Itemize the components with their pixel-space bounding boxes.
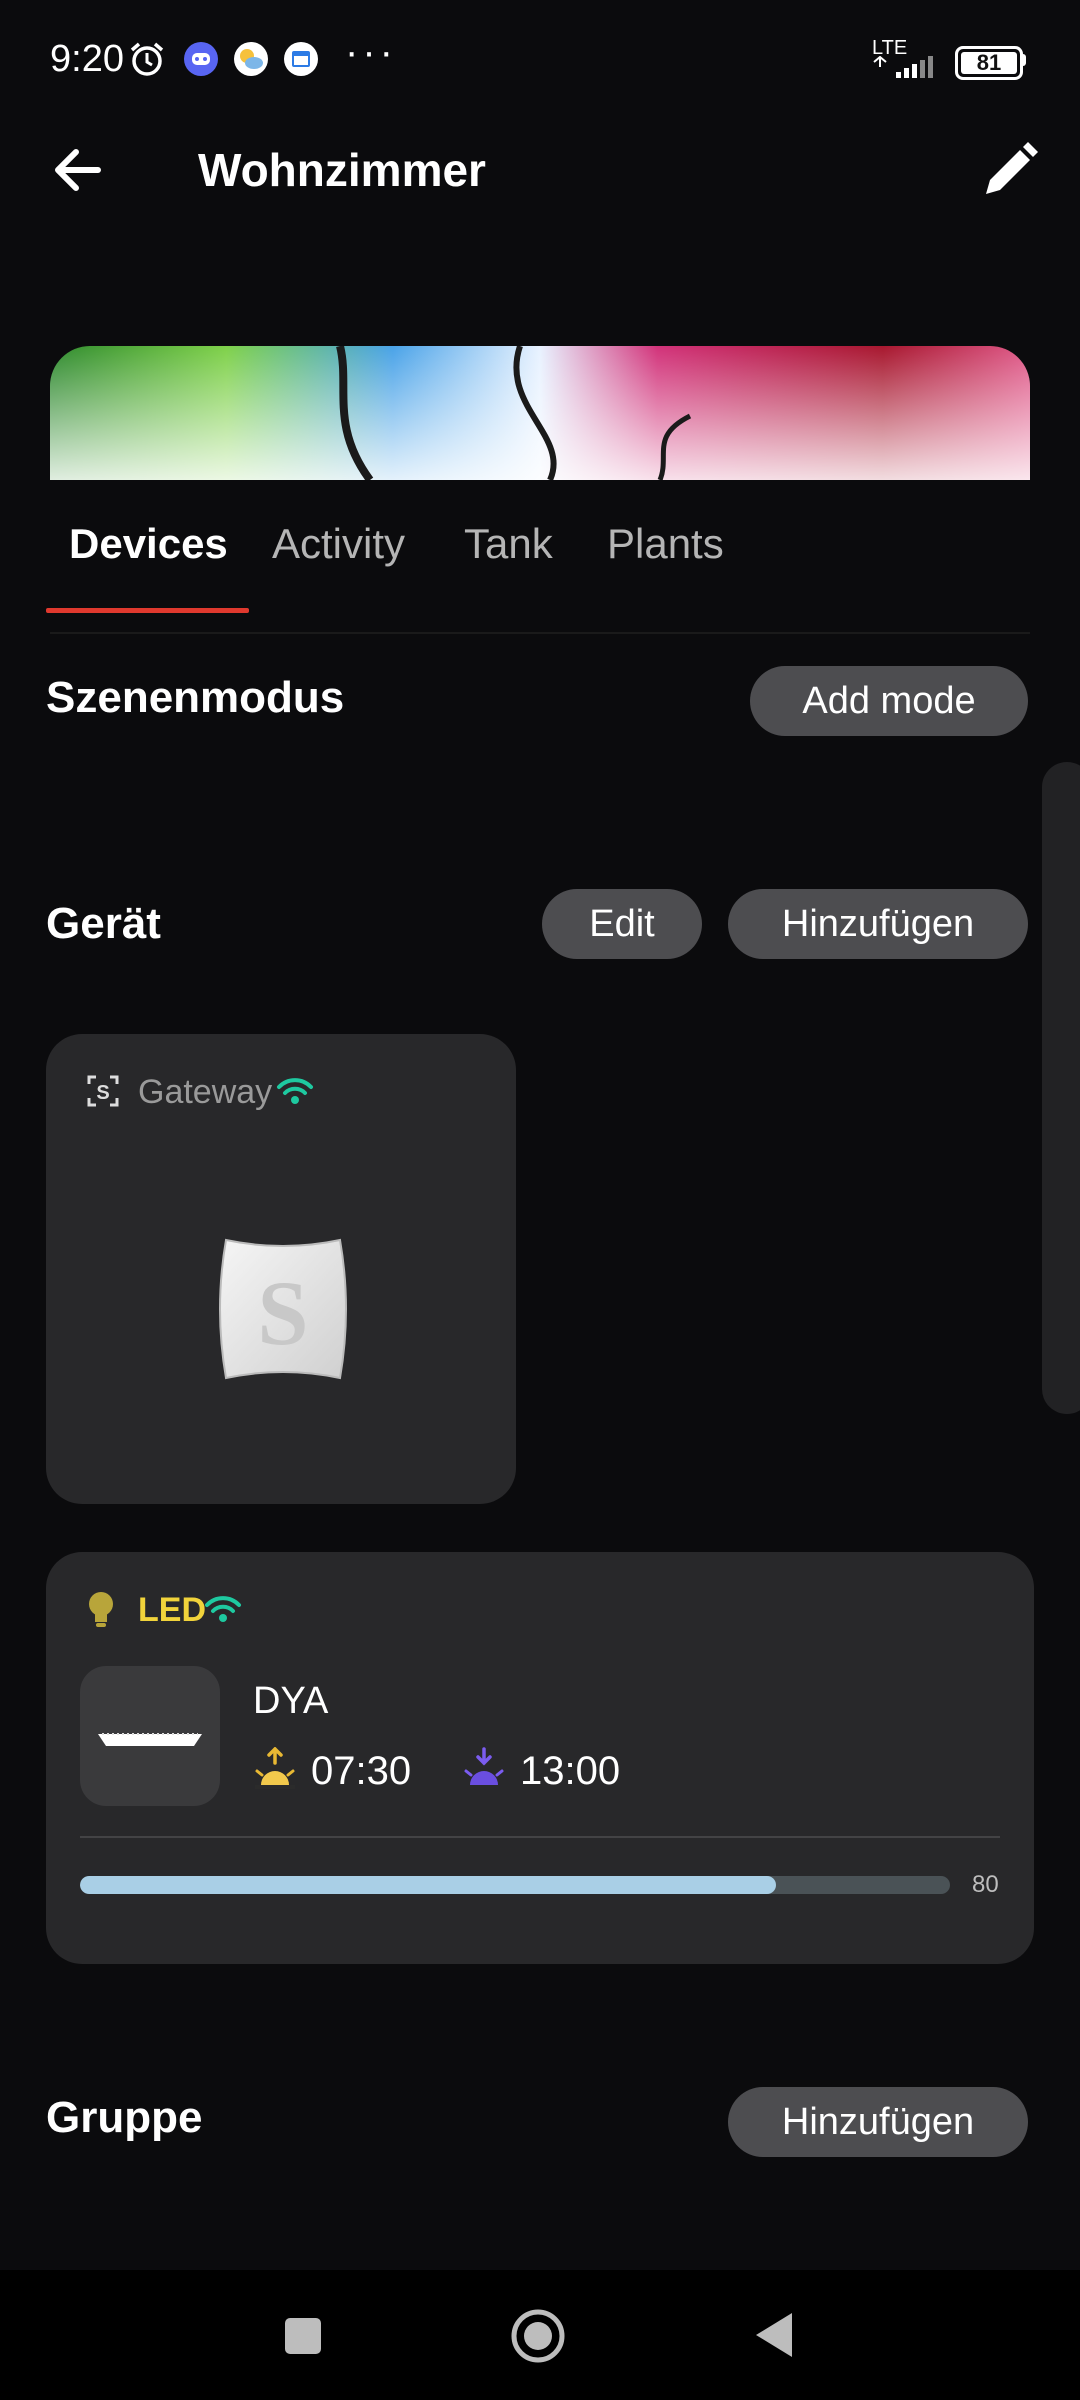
tab-divider bbox=[50, 632, 1030, 634]
brightness-progress-bar[interactable] bbox=[80, 1876, 950, 1894]
alarm-icon bbox=[130, 42, 164, 76]
scene-mode-heading: Szenenmodus bbox=[46, 673, 345, 722]
more-notifications: ··· bbox=[345, 30, 397, 74]
led-fixture-shape bbox=[98, 1733, 202, 1746]
home-circle-icon[interactable] bbox=[510, 2308, 566, 2364]
wifi-icon bbox=[205, 1596, 241, 1622]
active-tab-indicator bbox=[46, 608, 249, 613]
group-heading: Gruppe bbox=[46, 2093, 203, 2142]
status-bar: 9:20 ··· LTE 81 bbox=[0, 0, 1080, 120]
page-title: Wohnzimmer bbox=[198, 144, 486, 196]
sunset-icon bbox=[464, 1747, 504, 1785]
status-time: 9:20 bbox=[50, 38, 124, 80]
led-device-image bbox=[80, 1666, 220, 1806]
battery-icon: 81 bbox=[955, 46, 1023, 80]
recents-square-icon[interactable] bbox=[283, 2316, 323, 2356]
network-type: LTE bbox=[872, 37, 908, 59]
discord-icon bbox=[184, 42, 218, 76]
wifi-icon bbox=[277, 1078, 313, 1104]
add-mode-button[interactable]: Add mode bbox=[750, 666, 1028, 736]
bulb-icon bbox=[89, 1592, 113, 1627]
tab-activity[interactable]: Activity bbox=[272, 514, 405, 574]
tab-plants[interactable]: Plants bbox=[607, 514, 724, 574]
back-triangle-icon[interactable] bbox=[752, 2310, 796, 2360]
tab-tank[interactable]: Tank bbox=[464, 514, 553, 574]
scrollbar[interactable] bbox=[1042, 762, 1080, 1414]
tab-devices[interactable]: Devices bbox=[69, 514, 228, 574]
gateway-type-icon: S bbox=[87, 1075, 119, 1107]
sunrise-icon bbox=[255, 1747, 295, 1789]
sunrise-time: 07:30 bbox=[311, 1749, 412, 1793]
sunset-time: 13:00 bbox=[520, 1749, 621, 1793]
pencil-icon[interactable] bbox=[980, 140, 1040, 200]
add-device-button[interactable]: Hinzufügen bbox=[728, 889, 1028, 959]
card-divider bbox=[80, 1836, 1000, 1838]
svg-text:S: S bbox=[96, 1082, 109, 1104]
arrow-left-icon[interactable] bbox=[48, 140, 108, 200]
calendar-icon bbox=[284, 42, 318, 76]
add-group-button[interactable]: Hinzufügen bbox=[728, 2087, 1028, 2157]
room-banner-image bbox=[50, 346, 1030, 480]
led-device-name: DYA bbox=[253, 1680, 329, 1722]
edit-devices-button[interactable]: Edit bbox=[542, 889, 702, 959]
led-label: LED bbox=[138, 1591, 206, 1629]
gateway-device-image: S bbox=[219, 1238, 347, 1380]
signal-icon bbox=[873, 56, 933, 78]
device-heading: Gerät bbox=[46, 899, 161, 948]
battery-tip bbox=[1021, 54, 1026, 66]
brightness-value: 80 bbox=[972, 1871, 999, 1898]
gateway-label: Gateway bbox=[138, 1073, 273, 1111]
svg-text:S: S bbox=[257, 1262, 308, 1364]
weather-icon bbox=[234, 42, 268, 76]
brightness-progress-fill bbox=[80, 1876, 776, 1894]
